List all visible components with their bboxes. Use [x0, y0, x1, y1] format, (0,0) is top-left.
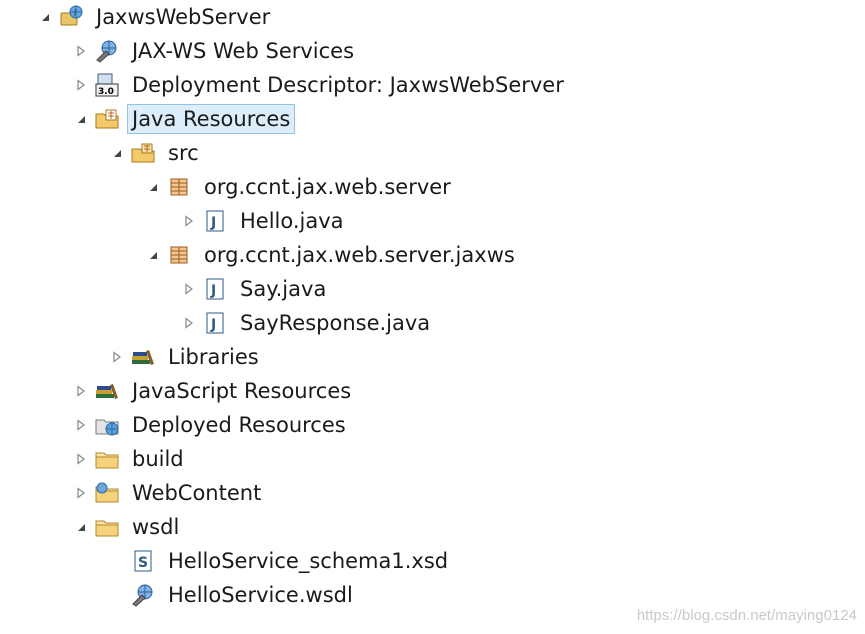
- libraries-icon: [130, 344, 156, 370]
- tree-item-label: Hello.java: [240, 209, 344, 233]
- svg-text:J: J: [210, 317, 216, 333]
- package-icon: [166, 242, 192, 268]
- tree-item-label: JAX-WS Web Services: [132, 39, 355, 63]
- tree-item-pkg-jaxws[interactable]: org.ccnt.jax.web.server.jaxws: [144, 238, 519, 272]
- folder-icon: [94, 514, 120, 540]
- expand-arrow-icon[interactable]: [180, 306, 198, 340]
- tree-item-js-resources[interactable]: JavaScript Resources: [72, 374, 355, 408]
- expand-arrow-icon[interactable]: [180, 272, 198, 306]
- package-icon: [166, 174, 192, 200]
- wsdl-file-icon: [130, 582, 156, 608]
- deployed-resources-icon: [94, 412, 120, 438]
- java-file-icon: J: [202, 208, 228, 234]
- libraries-icon: [94, 378, 120, 404]
- tree-item-label: Libraries: [168, 345, 259, 369]
- tree-item-label: JaxwsWebServer: [96, 5, 271, 29]
- tree-item-label: org.ccnt.jax.web.server.jaxws: [204, 243, 515, 267]
- collapse-arrow-icon[interactable]: [72, 510, 90, 544]
- svg-text:3.0: 3.0: [98, 87, 114, 97]
- tree-item-webcontent[interactable]: WebContent: [72, 476, 265, 510]
- tree-item-say-java[interactable]: J Say.java: [180, 272, 330, 306]
- collapse-arrow-icon[interactable]: [144, 238, 162, 272]
- tree-item-java-resources[interactable]: Java Resources: [72, 102, 296, 136]
- tree-item-label: HelloService_schema1.xsd: [168, 549, 449, 573]
- deployment-descriptor-icon: 3.0: [94, 72, 120, 98]
- tree-item-label: HelloService.wsdl: [168, 583, 353, 607]
- tree-item-hello-java[interactable]: J Hello.java: [180, 204, 348, 238]
- tree-item-label: Deployment Descriptor: JaxwsWebServer: [132, 73, 564, 97]
- expand-arrow-icon[interactable]: [108, 340, 126, 374]
- expand-arrow-icon[interactable]: [72, 34, 90, 68]
- tree-item-src[interactable]: src: [108, 136, 203, 170]
- expand-arrow-icon[interactable]: [72, 374, 90, 408]
- tree-item-deployment-descriptor[interactable]: 3.0 Deployment Descriptor: JaxwsWebServer: [72, 68, 568, 102]
- web-services-icon: [94, 38, 120, 64]
- tree-item-label: Deployed Resources: [132, 413, 346, 437]
- expand-arrow-icon[interactable]: [180, 204, 198, 238]
- svg-text:J: J: [210, 283, 216, 299]
- tree-item-jaxws-services[interactable]: JAX-WS Web Services: [72, 34, 358, 68]
- tree-item-label: JavaScript Resources: [132, 379, 352, 403]
- tree-item-label: build: [132, 447, 184, 471]
- web-project-icon: J: [58, 4, 84, 30]
- expand-arrow-icon[interactable]: [72, 442, 90, 476]
- tree-item-label: SayResponse.java: [240, 311, 431, 335]
- expand-arrow-icon[interactable]: [72, 476, 90, 510]
- tree-item-label: src: [168, 141, 199, 165]
- tree-item-project[interactable]: J JaxwsWebServer: [36, 0, 274, 34]
- expand-arrow-icon[interactable]: [72, 408, 90, 442]
- collapse-arrow-icon[interactable]: [108, 136, 126, 170]
- collapse-arrow-icon[interactable]: [144, 170, 162, 204]
- source-folder-icon: [130, 140, 156, 166]
- tree-item-label: Java Resources: [126, 104, 296, 134]
- collapse-arrow-icon[interactable]: [72, 102, 90, 136]
- tree-item-deployed-resources[interactable]: Deployed Resources: [72, 408, 350, 442]
- web-folder-icon: [94, 480, 120, 506]
- java-resources-icon: [94, 106, 120, 132]
- project-explorer-tree: J JaxwsWebServer JAX-WS Web Services 3.0 Dep…: [0, 0, 865, 610]
- tree-item-libraries[interactable]: Libraries: [108, 340, 263, 374]
- xsd-file-icon: S: [130, 548, 156, 574]
- tree-item-build[interactable]: build: [72, 442, 188, 476]
- expand-arrow-icon[interactable]: [72, 68, 90, 102]
- tree-item-wsdl[interactable]: wsdl: [72, 510, 183, 544]
- tree-item-schema-xsd[interactable]: S HelloService_schema1.xsd: [108, 544, 452, 578]
- tree-item-label: WebContent: [132, 481, 262, 505]
- tree-item-label: wsdl: [132, 515, 180, 539]
- svg-text:J: J: [210, 215, 216, 231]
- tree-item-label: Say.java: [240, 277, 327, 301]
- tree-item-sayresponse-java[interactable]: J SayResponse.java: [180, 306, 434, 340]
- tree-item-label: org.ccnt.jax.web.server: [204, 175, 451, 199]
- folder-icon: [94, 446, 120, 472]
- svg-text:S: S: [138, 555, 148, 571]
- tree-item-hello-wsdl[interactable]: HelloService.wsdl: [108, 578, 357, 612]
- collapse-arrow-icon[interactable]: [36, 0, 54, 34]
- watermark-text: https://blog.csdn.net/maying0124: [636, 607, 857, 624]
- tree-item-pkg-server[interactable]: org.ccnt.jax.web.server: [144, 170, 455, 204]
- java-file-icon: J: [202, 310, 228, 336]
- svg-text:J: J: [73, 8, 76, 16]
- java-file-icon: J: [202, 276, 228, 302]
